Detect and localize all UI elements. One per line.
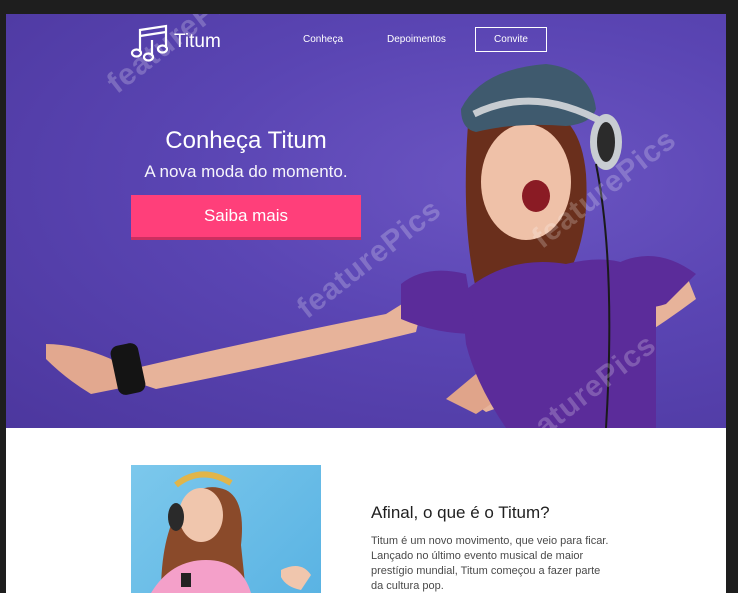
logo-text: Titum [174, 31, 221, 52]
hero-subtitle: A nova moda do momento. [144, 162, 348, 181]
about-photo-art [151, 471, 311, 593]
music-notes-icon [130, 24, 169, 62]
learn-more-button[interactable]: Saiba mais [131, 195, 361, 240]
nav-link-depoimentos[interactable]: Depoimentos [387, 34, 446, 45]
hero-section: featurePics featurePics featurePics feat… [6, 14, 726, 428]
about-title: Afinal, o que é o Titum? [371, 503, 550, 522]
about-photo [131, 465, 321, 593]
top-nav: Titum Conheça Depoimentos Convite [6, 14, 726, 69]
hero-title: Conheça Titum [165, 127, 327, 154]
invite-button[interactable]: Convite [475, 27, 547, 52]
about-section: Afinal, o que é o Titum? Titum é um novo… [6, 428, 726, 593]
nav-link-conheca[interactable]: Conheça [303, 34, 343, 45]
logo[interactable]: Titum [130, 22, 221, 62]
about-body: Titum é um novo movimento, que veio para… [371, 535, 609, 592]
landing-page: featurePics featurePics featurePics feat… [6, 14, 726, 593]
